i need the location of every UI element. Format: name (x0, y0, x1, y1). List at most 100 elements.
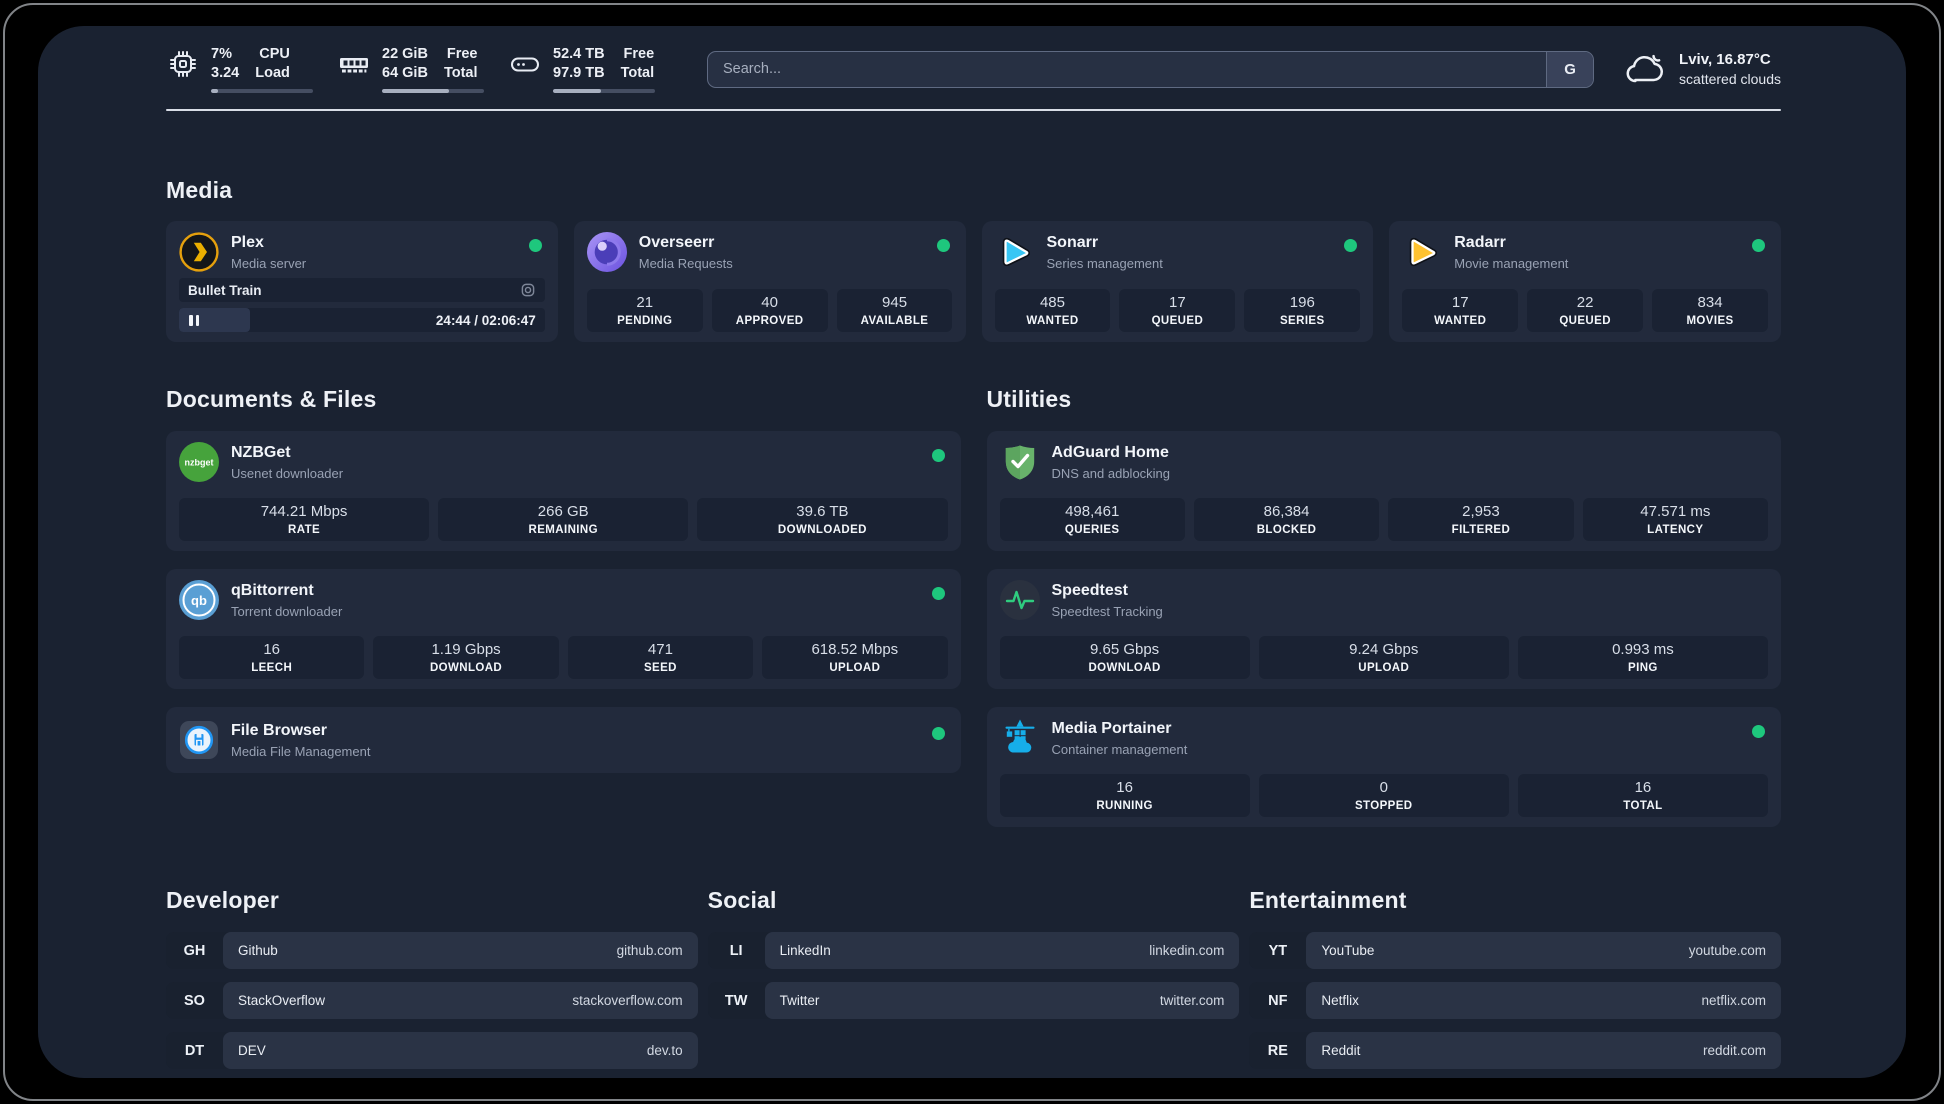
app-desc: Torrent downloader (231, 603, 343, 619)
app-desc: Media File Management (231, 743, 371, 759)
app-desc: Movie management (1454, 255, 1569, 271)
nzbget-icon: nzbget (179, 442, 219, 482)
overseerr-icon (586, 232, 627, 272)
qbittorrent-icon: qb (179, 580, 219, 620)
links-column-developer: Developer GH Github github.com SO StackO… (166, 887, 698, 1078)
app-name: Plex (231, 234, 264, 252)
cpu-load-label: Load (255, 65, 290, 81)
app-name: AdGuard Home (1051, 444, 1169, 462)
stat-pending: 21 PENDING (586, 289, 703, 332)
link-twitter[interactable]: TW Twitter twitter.com (707, 982, 1240, 1019)
search-input[interactable] (708, 51, 1547, 87)
app-card-radarr[interactable]: Radarr Movie management 17 WANTED 22 QUEUE… (1389, 221, 1781, 342)
disk-total-label: Total (620, 65, 655, 81)
cloud-icon (1622, 49, 1666, 89)
stat-queries: 498,461 QUERIES (999, 498, 1185, 541)
app-name: File Browser (231, 722, 328, 740)
app-card-plex[interactable]: Plex Media server Bullet Train 24:44 / 0… (166, 221, 558, 342)
memory-free-value: 22 GiB (382, 46, 428, 63)
cpu-progress-bar (211, 88, 313, 93)
section-title-social: Social (707, 887, 777, 913)
stat-movies: 834 MOVIES (1652, 289, 1768, 332)
link-netflix[interactable]: NF Netflix netflix.com (1249, 982, 1781, 1019)
app-card-filebrowser[interactable]: File Browser Media File Management (166, 707, 961, 773)
app-name: Radarr (1454, 234, 1506, 252)
memory-total-label: Total (443, 65, 478, 81)
link-reddit[interactable]: RE Reddit reddit.com (1249, 1032, 1781, 1069)
memory-metric: 22 GiB 64 GiB Free Total (337, 45, 484, 93)
adguard-icon (1000, 442, 1040, 482)
link-github[interactable]: GH Github github.com (166, 932, 698, 969)
app-card-qbittorrent[interactable]: qb qBittorrent Torrent downloader 16 LEEC… (166, 569, 961, 689)
stat-queued: 22 QUEUED (1527, 289, 1644, 332)
app-desc: Speedtest Tracking (1051, 603, 1163, 619)
stat-remaining: 266 GB REMAINING (438, 498, 689, 541)
memory-free-label: Free (446, 46, 478, 63)
playback-time: 24:44 / 02:06:47 (435, 312, 536, 328)
status-dot (936, 239, 950, 252)
links-column-entertainment: Entertainment YT YouTube youtube.com NF … (1249, 887, 1781, 1078)
stat-ping: 0.993 ms PING (1517, 636, 1768, 679)
status-dot (1344, 239, 1358, 252)
weather-widget: Lviv, 16.87°C scattered clouds (1622, 49, 1781, 89)
link-youtube[interactable]: YT YouTube youtube.com (1249, 932, 1781, 969)
app-desc: Series management (1046, 255, 1163, 271)
section-title-media: Media (166, 177, 233, 203)
stat-approved: 40 APPROVED (711, 289, 828, 332)
stat-filtered: 2,953 FILTERED (1388, 498, 1574, 541)
app-card-sonarr[interactable]: Sonarr Series management 485 WANTED 17 QUE… (981, 221, 1374, 342)
app-card-portainer[interactable]: Media Portainer Container management 16 R… (986, 707, 1781, 827)
documents-column: Documents & Files nzbget NZBGet Usenet d (166, 386, 961, 827)
link-dev[interactable]: DT DEV dev.to (166, 1032, 698, 1069)
app-card-speedtest[interactable]: Speedtest Speedtest Tracking 9.65 Gbps DO… (986, 569, 1781, 689)
app-name: Speedtest (1051, 582, 1128, 600)
stat-running: 16 RUNNING (999, 774, 1250, 817)
pause-icon[interactable] (189, 314, 199, 326)
cpu-usage-value: 7% (211, 46, 232, 63)
link-stackoverflow[interactable]: SO StackOverflow stackoverflow.com (166, 982, 698, 1019)
disk-metric: 52.4 TB 97.9 TB Free Total (508, 45, 655, 93)
cpu-label: CPU (259, 46, 290, 63)
plex-icon (179, 232, 219, 272)
stat-upload: 9.24 Gbps UPLOAD (1258, 636, 1509, 679)
disk-total-value: 97.9 TB (553, 65, 605, 81)
stat-wanted: 17 WANTED (1402, 289, 1519, 332)
status-dot (1752, 725, 1765, 738)
dashboard-panel: 7% 3.24 CPU Load 22 GiB 64 GiB Free Tota… (38, 26, 1906, 1078)
status-dot (528, 239, 542, 252)
stat-rate: 744.21 Mbps RATE (179, 498, 430, 541)
app-name: Media Portainer (1051, 720, 1172, 738)
section-title-developer: Developer (166, 887, 280, 913)
app-card-nzbget[interactable]: nzbget NZBGet Usenet downloader 744.21 M… (166, 431, 961, 551)
camera-icon[interactable] (520, 282, 536, 298)
section-title-documents: Documents & Files (166, 386, 377, 412)
now-playing-row: Bullet Train (179, 278, 545, 302)
radarr-icon (1402, 232, 1442, 272)
stat-stopped: 0 STOPPED (1258, 774, 1509, 817)
stat-series: 196 SERIES (1244, 289, 1361, 332)
memory-total-value: 64 GiB (382, 65, 428, 81)
hard-drive-icon (508, 47, 542, 81)
link-linkedin[interactable]: LI LinkedIn linkedin.com (707, 932, 1240, 969)
app-desc: Media server (231, 255, 307, 271)
app-card-overseerr[interactable]: Overseerr Media Requests 21 PENDING 40 APP… (573, 221, 966, 342)
stat-wanted: 485 WANTED (994, 289, 1111, 332)
app-desc: Usenet downloader (231, 465, 344, 481)
status-dot (931, 587, 945, 600)
app-card-adguard[interactable]: AdGuard Home DNS and adblocking 498,461 Q… (986, 431, 1781, 551)
playback-progress-bar: 24:44 / 02:06:47 (179, 308, 545, 332)
app-name: qBittorrent (231, 582, 314, 600)
svg-text:qb: qb (191, 593, 207, 608)
stat-download: 9.65 Gbps DOWNLOAD (999, 636, 1250, 679)
stat-upload: 618.52 Mbps UPLOAD (762, 636, 948, 679)
cpu-metric: 7% 3.24 CPU Load (166, 45, 313, 93)
stat-latency: 47.571 ms LATENCY (1582, 498, 1768, 541)
search-engine-button[interactable]: G (1546, 51, 1594, 87)
stat-available: 945 AVAILABLE (836, 289, 953, 332)
stat-download: 1.19 Gbps DOWNLOAD (373, 636, 559, 679)
disk-free-label: Free (623, 46, 655, 63)
disk-progress-bar (553, 88, 655, 93)
status-dot (1752, 239, 1765, 252)
media-grid: Plex Media server Bullet Train 24:44 / 0… (166, 221, 1781, 342)
svg-text:nzbget: nzbget (185, 458, 214, 468)
